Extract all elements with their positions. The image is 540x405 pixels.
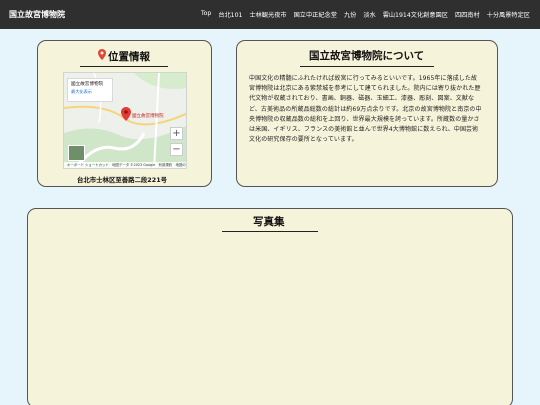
address-text: 台北市士林区至善路二段221号	[77, 176, 168, 184]
nav-item-shifen-scenic-area[interactable]: 十分風景特定区	[487, 10, 530, 19]
about-description: 中国文化の精髄にふれたければ故宮に行ってみるといいです。1965年に落成した故宮…	[249, 75, 482, 144]
site-title[interactable]: 国立故宮博物院	[9, 9, 65, 20]
nav-item-top[interactable]: Top	[201, 10, 211, 19]
nav-item-shilin-night-market[interactable]: 士林観光夜市	[250, 10, 287, 19]
map-info-box: 國立故宮博物院 最大化表示	[67, 78, 113, 102]
nav-item-sisi-south-village[interactable]: 四四南村	[455, 10, 480, 19]
street-view-thumbnail[interactable]	[68, 145, 85, 161]
location-pin-icon	[98, 49, 106, 60]
map-marker-label: 國立故宮博物院	[132, 114, 164, 119]
photos-title-underline	[222, 231, 318, 232]
photo-gallery-card	[27, 208, 513, 405]
map-attribution[interactable]: キーボード ショートカット 地図データ ©2023 Google 利用規約 地図…	[64, 162, 186, 168]
embedded-map[interactable]: 國立故宮博物院 最大化表示 國立故宮博物院 + − キーボード ショートカット …	[63, 72, 187, 169]
nav-item-tamsui[interactable]: 淡水	[363, 10, 375, 19]
nav-item-jiufen[interactable]: 九份	[344, 10, 356, 19]
location-title: 位置情報	[108, 51, 150, 63]
map-enlarge-link[interactable]: 最大化表示	[71, 89, 109, 95]
about-title: 国立故宮博物院について	[309, 50, 425, 62]
about-title-underline	[300, 66, 434, 67]
nav-menu: Top 台北101 士林観光夜市 国立中正紀念堂 九份 淡水 雲山1914文化創…	[201, 10, 530, 19]
nav-item-taipei101[interactable]: 台北101	[218, 10, 242, 19]
map-marker-icon[interactable]	[121, 107, 131, 121]
nav-item-chiang-kai-shek-memorial[interactable]: 国立中正紀念堂	[294, 10, 337, 19]
location-title-underline	[80, 66, 168, 67]
top-navigation-bar: 国立故宮博物院 Top 台北101 士林観光夜市 国立中正紀念堂 九份 淡水 雲…	[0, 0, 540, 29]
nav-item-huashan-1914[interactable]: 雲山1914文化創意園区	[383, 10, 448, 19]
map-zoom-in-button[interactable]: +	[170, 127, 183, 140]
photos-title: 写真集	[253, 216, 285, 228]
map-zoom-out-button[interactable]: −	[170, 143, 183, 156]
map-info-title: 國立故宮博物院	[71, 82, 104, 87]
